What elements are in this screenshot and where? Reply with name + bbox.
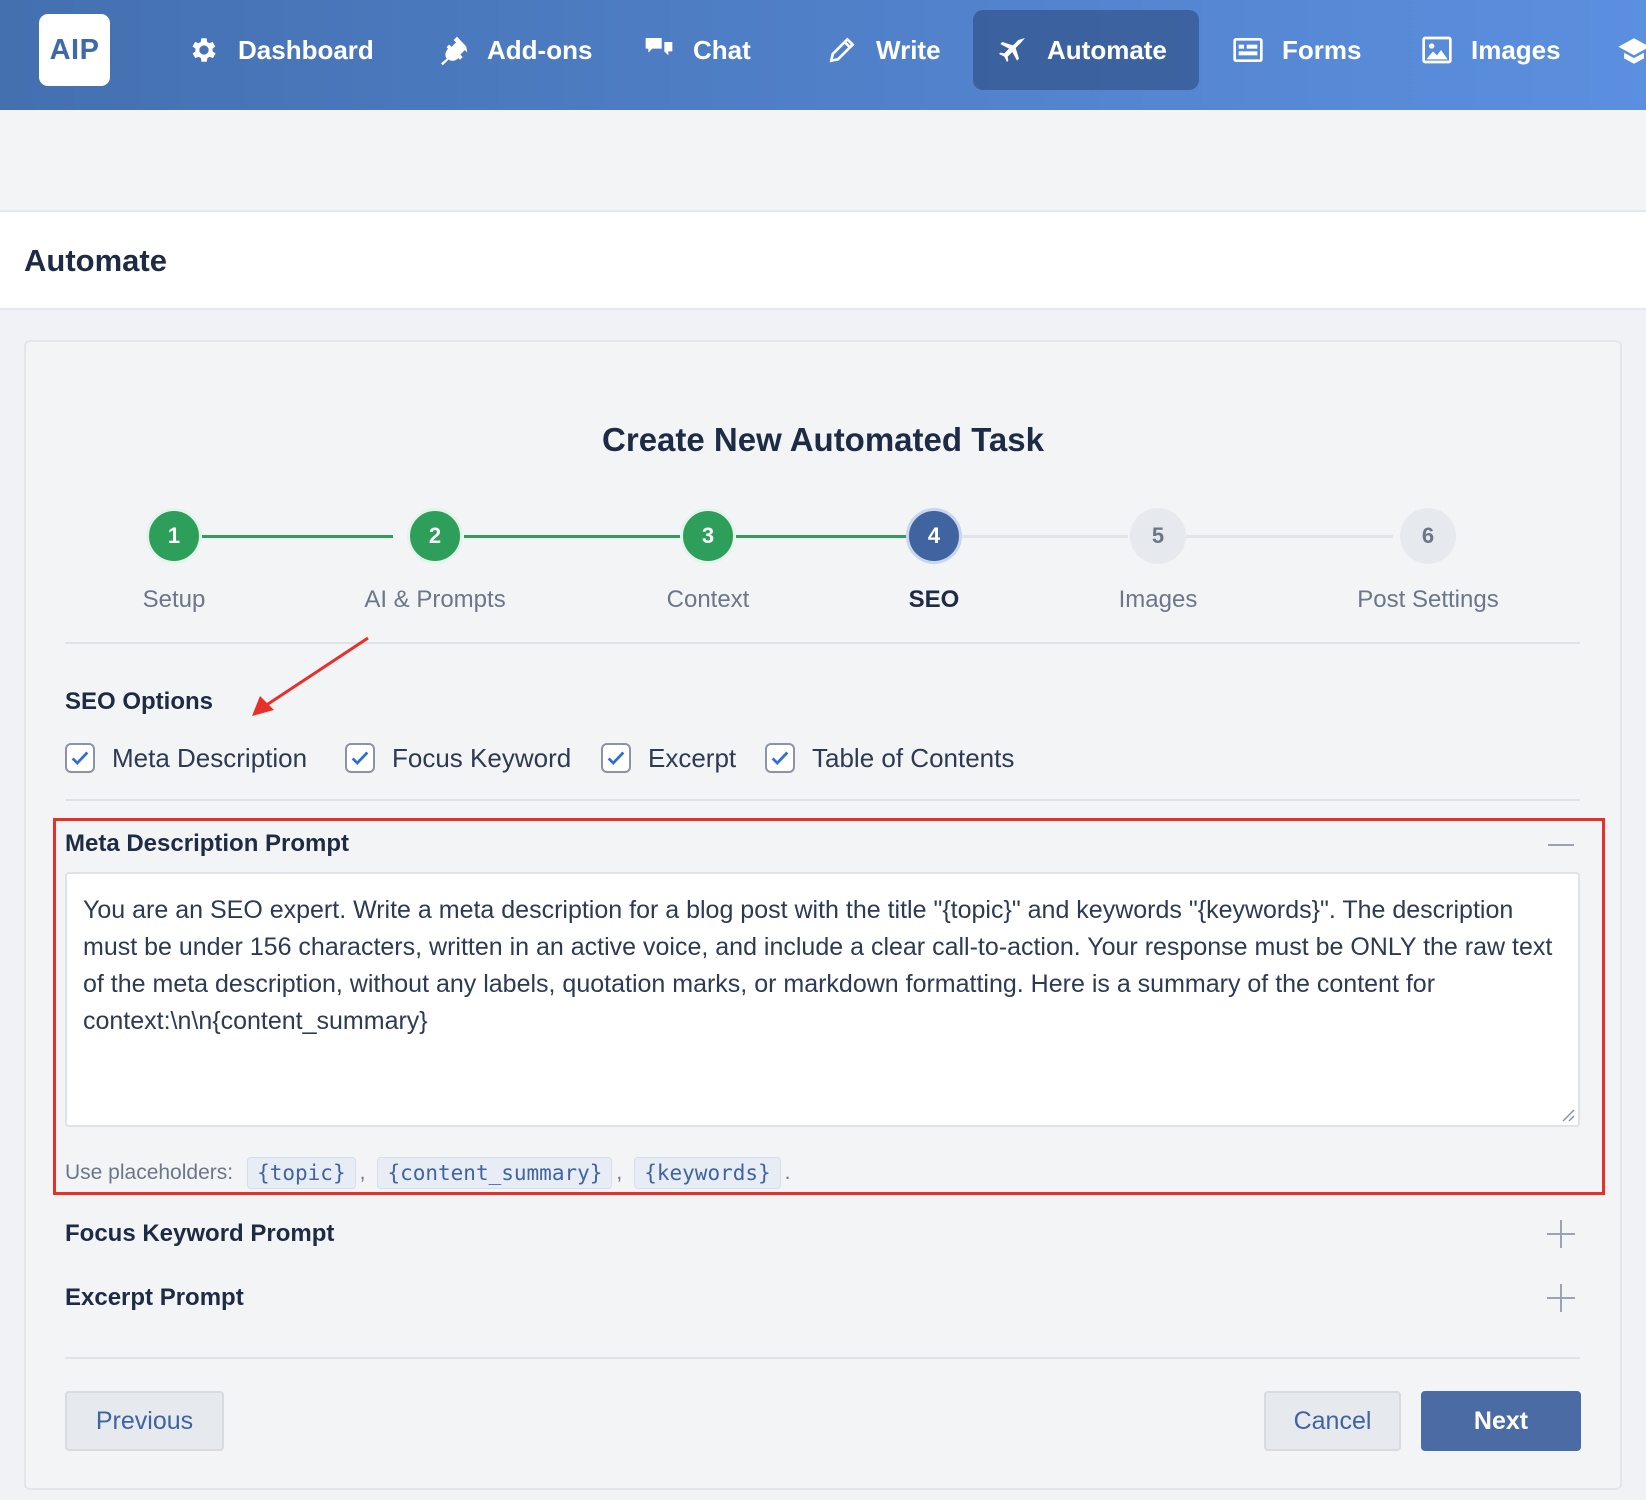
hint-separator: , [616, 1161, 623, 1184]
excerpt-prompt-label[interactable]: Excerpt Prompt [65, 1284, 244, 1312]
placeholder-keywords[interactable]: {keywords} [634, 1157, 781, 1189]
step-4-label: SEO [908, 586, 960, 613]
expand-plus-icon[interactable] [1544, 1217, 1578, 1251]
meta-description-prompt-textarea[interactable]: You are an SEO expert. Write a meta desc… [65, 872, 1580, 1127]
meta-description-prompt-label[interactable]: Meta Description Prompt [65, 830, 349, 858]
focus-keyword-checkbox[interactable] [345, 743, 375, 773]
nav-item-automate[interactable]: Automate [973, 10, 1199, 90]
step-1-circle[interactable]: 1 [146, 508, 202, 564]
hint-separator: , [359, 1161, 366, 1184]
step-connector [736, 535, 907, 538]
option-focus-keyword[interactable]: Focus Keyword [345, 740, 571, 776]
focus-keyword-prompt-label[interactable]: Focus Keyword Prompt [65, 1220, 334, 1248]
step-4-circle[interactable]: 4 [906, 508, 962, 564]
next-button[interactable]: Next [1421, 1391, 1581, 1451]
graduation-cap-icon[interactable] [1617, 34, 1646, 68]
nav-item-add-ons[interactable]: Add-ons [413, 10, 616, 90]
meta-description-checkbox[interactable] [65, 743, 95, 773]
option-label: Table of Contents [812, 742, 1015, 773]
plane-icon [999, 38, 1025, 62]
check-icon [71, 751, 89, 766]
step-6-circle[interactable]: 6 [1400, 508, 1456, 564]
step-connector [1186, 535, 1393, 538]
resize-handle-icon[interactable] [1561, 1108, 1575, 1122]
step-5-label: Images [1118, 586, 1198, 613]
nav-item-label: Dashboard [238, 34, 374, 65]
option-label: Excerpt [648, 742, 737, 773]
nav-item-write[interactable]: Write [802, 10, 965, 90]
notice-area [0, 110, 1646, 212]
seo-options-label: SEO Options [65, 688, 214, 715]
option-label: Focus Keyword [392, 742, 572, 773]
cancel-button[interactable]: Cancel [1264, 1391, 1401, 1451]
check-icon [771, 751, 789, 766]
plug-icon [441, 36, 468, 66]
hint-suffix: . [784, 1161, 791, 1184]
option-label: Meta Description [112, 742, 308, 773]
check-icon [351, 751, 369, 766]
hint-prefix: Use placeholders: [65, 1161, 234, 1184]
nav-item-label: Add-ons [487, 34, 593, 65]
step-2-circle[interactable]: 2 [407, 508, 463, 564]
image-icon [1422, 36, 1452, 64]
top-navigation-bar: AIP Dashboard Add-ons Chat Write Automat… [0, 0, 1646, 110]
nav-item-label: Forms [1282, 34, 1362, 65]
options-divider [65, 799, 1580, 801]
nav-item-label: Write [876, 34, 941, 65]
chat-icon [645, 38, 673, 56]
page-header [0, 212, 1646, 310]
nav-item-dashboard[interactable]: Dashboard [164, 10, 398, 90]
nav-item-images[interactable]: Images [1397, 10, 1585, 90]
wizard-title: Create New Automated Task [602, 421, 1044, 458]
option-meta-description[interactable]: Meta Description [65, 740, 307, 776]
step-connector [464, 535, 683, 538]
nav-item-forms[interactable]: Forms [1208, 10, 1385, 90]
gear-icon [192, 38, 216, 62]
step-3-circle[interactable]: 3 [680, 508, 736, 564]
app-logo[interactable]: AIP [39, 14, 110, 86]
step-6-label: Post Settings [1357, 586, 1499, 613]
table-of-contents-checkbox[interactable] [765, 743, 795, 773]
option-excerpt[interactable]: Excerpt [601, 740, 736, 776]
step-3-label: Context [666, 586, 750, 613]
placeholder-topic[interactable]: {topic} [247, 1157, 356, 1189]
step-connector [962, 535, 1128, 538]
check-icon [607, 751, 625, 766]
collapse-minus-icon[interactable] [1544, 828, 1578, 862]
page-title: Automate [24, 243, 167, 278]
nav-item-chat[interactable]: Chat [619, 10, 775, 90]
footer-divider [65, 1357, 1580, 1359]
nav-item-label: Images [1471, 34, 1561, 65]
form-icon [1233, 38, 1263, 62]
step-connector [202, 535, 393, 538]
step-2-label: AI & Prompts [364, 586, 506, 613]
annotation-arrow-icon [252, 636, 369, 716]
placeholder-content-summary[interactable]: {content_summary} [377, 1157, 613, 1189]
nav-item-label: Automate [1047, 34, 1167, 65]
option-table-of-contents[interactable]: Table of Contents [765, 740, 1014, 776]
step-1-label: Setup [142, 586, 206, 613]
step-5-circle[interactable]: 5 [1130, 508, 1186, 564]
placeholders-hint: Use placeholders: {topic} , {content_sum… [65, 1155, 791, 1191]
expand-plus-icon[interactable] [1544, 1281, 1578, 1315]
pencil-icon [829, 37, 855, 63]
nav-item-label: Chat [693, 34, 751, 65]
excerpt-checkbox[interactable] [601, 743, 631, 773]
previous-button[interactable]: Previous [65, 1391, 224, 1451]
